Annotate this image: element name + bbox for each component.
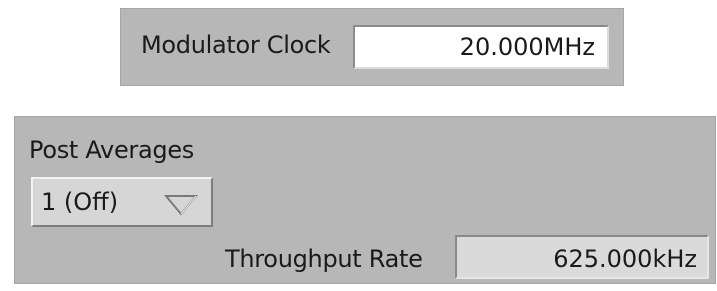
post-averages-selected-value: 1 (Off) [41,188,119,216]
modulator-clock-label: Modulator Clock [141,31,331,59]
post-averages-label: Post Averages [29,136,195,164]
throughput-rate-label: Throughput Rate [225,245,423,273]
modulator-clock-panel: Modulator Clock 20.000MHz [120,8,624,86]
instrument-front-panel: Modulator Clock 20.000MHz Post Averages … [0,0,717,291]
chevron-down-icon [163,195,199,216]
post-averages-panel: Post Averages 1 (Off) Throughput Rate 62… [14,116,716,284]
throughput-rate-field: 625.000kHz [455,235,709,279]
throughput-rate-value: 625.000kHz [553,245,697,273]
modulator-clock-value: 20.000MHz [459,33,595,61]
post-averages-dropdown[interactable]: 1 (Off) [31,177,213,227]
modulator-clock-field[interactable]: 20.000MHz [353,25,609,69]
